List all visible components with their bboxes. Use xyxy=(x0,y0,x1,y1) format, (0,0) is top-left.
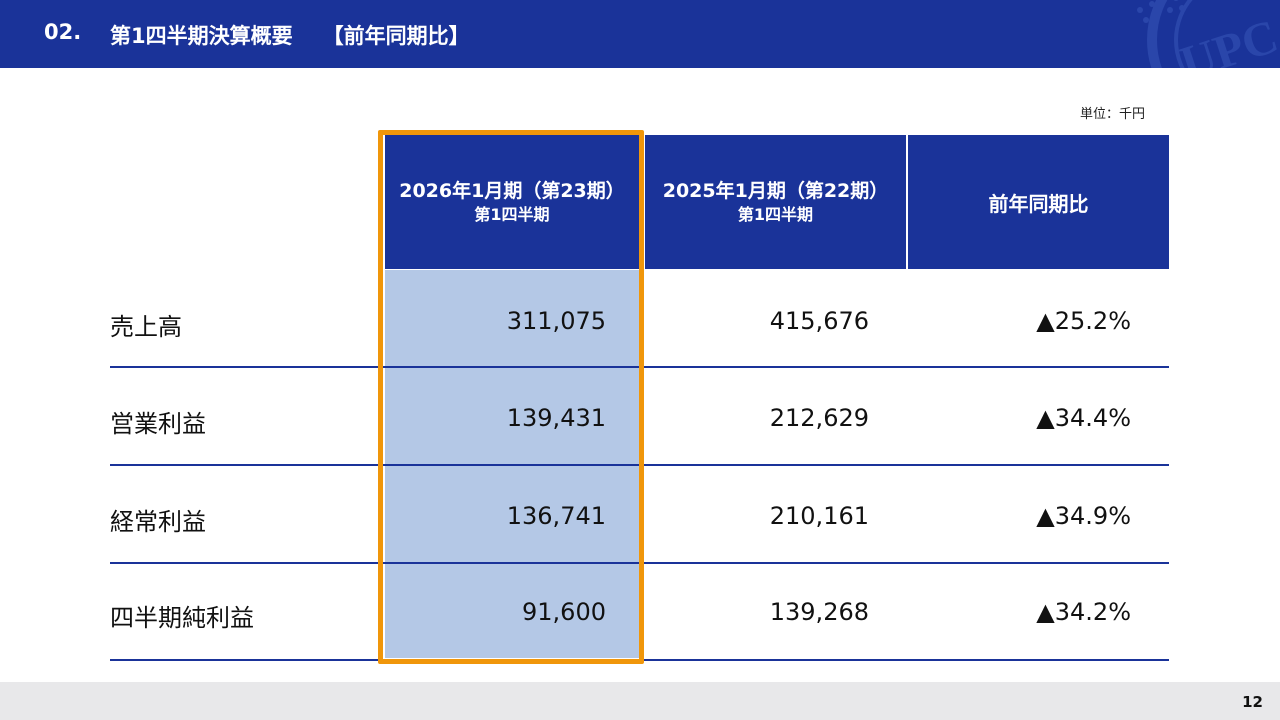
cell-ordinary-profit-previous: 210,161 xyxy=(769,502,869,530)
cell-sales-previous: 415,676 xyxy=(769,307,869,335)
cell-ordinary-profit-change: ▲34.9% xyxy=(1036,502,1131,530)
section-number: 02. xyxy=(44,20,82,44)
column-header-previous: 2025年1月期（第22期） 第1四半期 xyxy=(645,135,906,269)
row-label-net-income: 四半期純利益 xyxy=(110,604,254,632)
column-header-yoy: 前年同期比 xyxy=(908,135,1169,269)
cell-net-income-previous: 139,268 xyxy=(769,598,869,626)
column-header-previous-line2: 第1四半期 xyxy=(737,205,814,224)
cell-net-income-change: ▲34.2% xyxy=(1036,598,1131,626)
page-number: 12 xyxy=(1242,693,1263,711)
watermark-text: UPC xyxy=(1174,10,1280,68)
cell-operating-profit-change: ▲34.4% xyxy=(1036,404,1131,432)
upc-emblem-watermark: UPC xyxy=(1137,0,1280,68)
row-label-ordinary-profit: 経常利益 xyxy=(110,508,206,536)
column-header-yoy-label: 前年同期比 xyxy=(988,191,1089,216)
header-bar: 02. 第1四半期決算概要 【前年同期比】 UPC xyxy=(0,0,1280,68)
cell-sales-change: ▲25.2% xyxy=(1036,307,1131,335)
row-label-operating-profit: 営業利益 xyxy=(110,410,206,438)
column-header-previous-line1: 2025年1月期（第22期） xyxy=(662,180,889,202)
current-period-highlight-frame xyxy=(378,130,644,664)
title-text: 第1四半期決算概要 xyxy=(110,24,293,48)
unit-label: 単位：千円 xyxy=(1080,107,1146,122)
page-title: 第1四半期決算概要 【前年同期比】 xyxy=(110,20,470,50)
footer-bar: 12 xyxy=(0,682,1280,720)
title-subtitle: 【前年同期比】 xyxy=(322,24,470,48)
cell-operating-profit-previous: 212,629 xyxy=(769,404,869,432)
row-label-sales: 売上高 xyxy=(110,313,182,341)
